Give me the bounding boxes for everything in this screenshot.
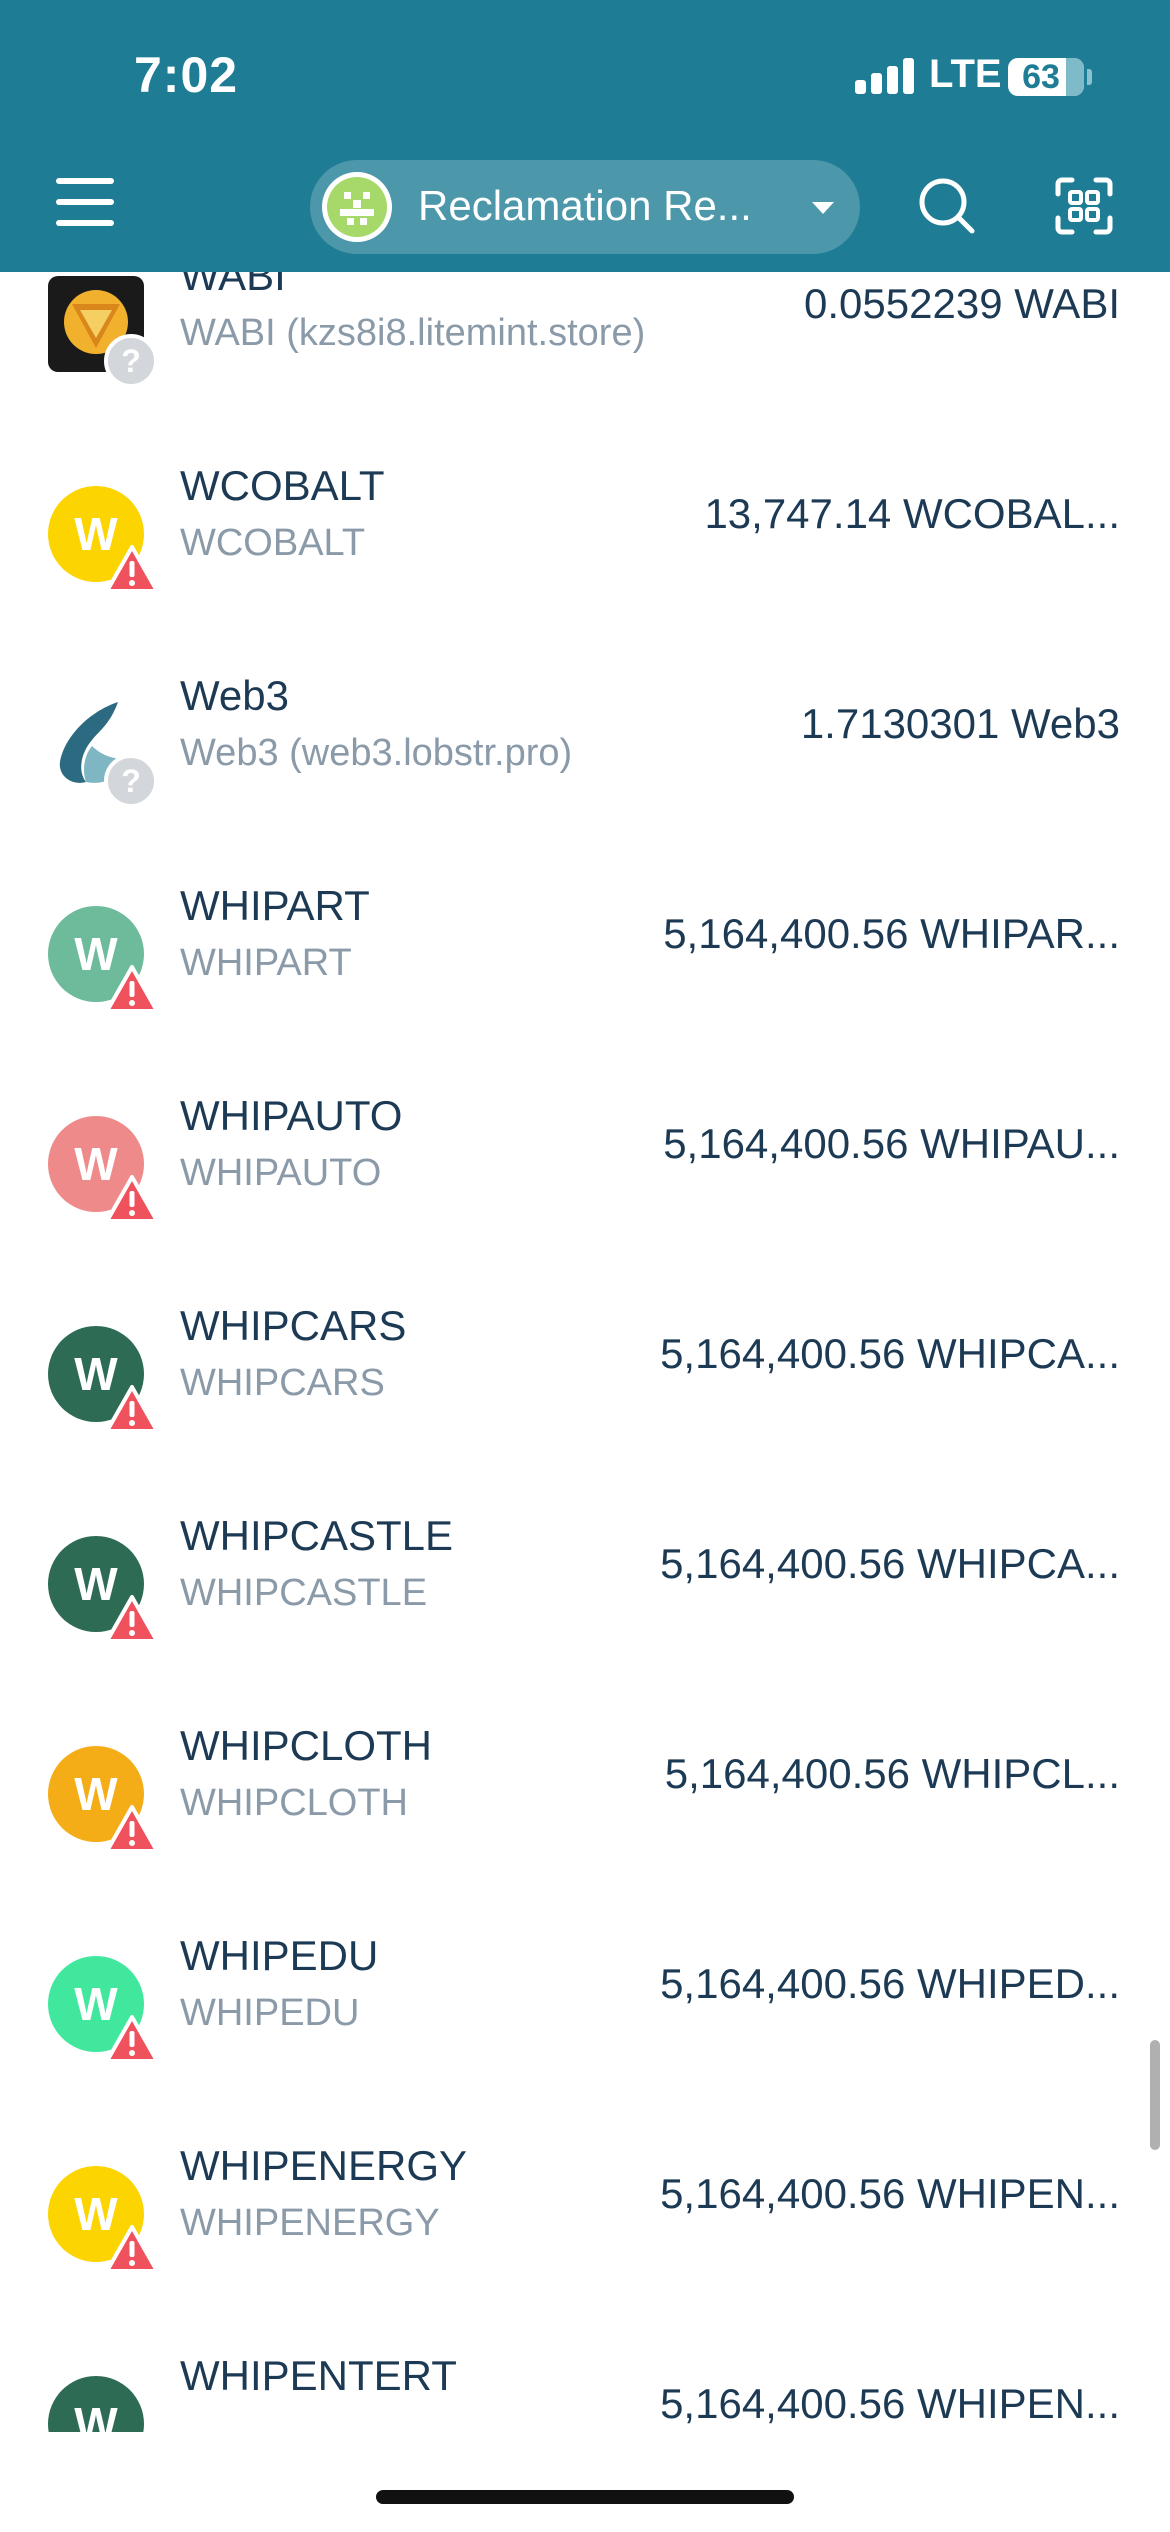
asset-row[interactable]: W WHIPAUTO WHIPAUTO 5,164,400.56 WHIPAU.… xyxy=(0,1050,1170,1260)
unknown-issuer-icon: ? xyxy=(104,754,158,808)
asset-row[interactable]: ? WABI WABI (kzs8i8.litemint.store) 0.05… xyxy=(0,272,1170,420)
warning-icon xyxy=(105,2015,159,2063)
asset-balance: 0.0552239 WABI xyxy=(804,280,1120,327)
asset-row[interactable]: W WHIPCLOTH WHIPCLOTH 5,164,400.56 WHIPC… xyxy=(0,1680,1170,1890)
qr-scan-icon[interactable] xyxy=(1054,176,1114,236)
asset-balance: 5,164,400.56 WHIPED... xyxy=(660,1960,1120,2007)
asset-balance: 13,747.14 WCOBAL... xyxy=(704,490,1120,537)
account-name: Reclamation Re... xyxy=(418,182,752,229)
asset-issuer: WHIPCARS xyxy=(180,1362,385,1404)
warning-icon xyxy=(105,965,159,1013)
asset-row[interactable]: W WHIPCASTLE WHIPCASTLE 5,164,400.56 WHI… xyxy=(0,1470,1170,1680)
warning-icon xyxy=(105,1175,159,1223)
asset-list[interactable]: ? WABI WABI (kzs8i8.litemint.store) 0.05… xyxy=(0,272,1170,2432)
asset-issuer: WHIPEDU xyxy=(180,1992,360,2034)
battery-level: 63 xyxy=(1022,58,1060,96)
asset-balance: 1.7130301 Web3 xyxy=(800,700,1120,747)
warning-icon xyxy=(105,1595,159,1643)
asset-code: WHIPAUTO xyxy=(180,1092,403,1139)
asset-code: WHIPCLOTH xyxy=(180,1722,432,1769)
asset-code: WHIPENTERT xyxy=(180,2352,457,2399)
asset-code: WABI xyxy=(180,272,286,299)
asset-row[interactable]: W WHIPCARS WHIPCARS 5,164,400.56 WHIPCA.… xyxy=(0,1260,1170,1470)
warning-icon xyxy=(105,1805,159,1853)
asset-issuer: Web3 (web3.lobstr.pro) xyxy=(180,732,573,774)
asset-row[interactable]: W WHIPENERGY WHIPENERGY 5,164,400.56 WHI… xyxy=(0,2100,1170,2310)
home-indicator[interactable] xyxy=(376,2490,794,2504)
asset-row[interactable]: W WCOBALT WCOBALT 13,747.14 WCOBAL... xyxy=(0,420,1170,630)
asset-balance: 5,164,400.56 WHIPCL... xyxy=(664,1750,1120,1797)
battery-tip xyxy=(1087,69,1092,85)
warning-icon xyxy=(105,2225,159,2273)
menu-button[interactable] xyxy=(56,176,114,228)
network-type: LTE xyxy=(929,52,1002,96)
cellular-signal-icon xyxy=(855,58,915,94)
asset-code: WHIPART xyxy=(180,882,370,929)
warning-icon xyxy=(105,545,159,593)
asset-issuer: WHIPENERGY xyxy=(180,2202,440,2244)
account-switcher[interactable]: Reclamation Re... xyxy=(310,160,860,254)
asset-issuer: WHIPAUTO xyxy=(180,1152,382,1194)
top-bar: 7:02 LTE 63 Reclamation Re... xyxy=(0,0,1170,272)
asset-code: WHIPEDU xyxy=(180,1932,379,1979)
asset-code: WHIPCARS xyxy=(180,1302,407,1349)
asset-issuer: WHIPART xyxy=(180,942,352,984)
asset-row[interactable]: ? Web3 Web3 (web3.lobstr.pro) 1.7130301 … xyxy=(0,630,1170,840)
asset-balance: 5,164,400.56 WHIPAR... xyxy=(663,910,1120,957)
scrollbar[interactable] xyxy=(1150,2040,1160,2150)
asset-balance: 5,164,400.56 WHIPAU... xyxy=(663,1120,1120,1167)
asset-row[interactable]: W WHIPEDU WHIPEDU 5,164,400.56 WHIPED... xyxy=(0,1890,1170,2100)
asset-code: WCOBALT xyxy=(180,462,385,509)
asset-balance: 5,164,400.56 WHIPCA... xyxy=(660,1330,1120,1377)
chevron-down-icon xyxy=(812,202,834,214)
battery-icon: 63 xyxy=(1008,58,1084,96)
search-icon[interactable] xyxy=(917,176,977,236)
asset-issuer: WABI (kzs8i8.litemint.store) xyxy=(180,312,646,354)
asset-code: Web3 xyxy=(180,672,289,719)
status-time: 7:02 xyxy=(134,47,239,103)
asset-row[interactable]: W WHIPENTERT 5,164,400.56 WHIPEN... xyxy=(0,2310,1170,2432)
asset-issuer: WHIPCASTLE xyxy=(180,1572,428,1614)
letter-w-icon: W xyxy=(48,2376,144,2432)
warning-icon xyxy=(105,1385,159,1433)
asset-issuer: WCOBALT xyxy=(180,522,366,564)
asset-issuer: WHIPCLOTH xyxy=(180,1782,408,1824)
asset-balance: 5,164,400.56 WHIPEN... xyxy=(660,2170,1120,2217)
asset-balance: 5,164,400.56 WHIPCA... xyxy=(660,1540,1120,1587)
asset-code: WHIPENERGY xyxy=(180,2142,468,2189)
asset-balance: 5,164,400.56 WHIPEN... xyxy=(660,2380,1120,2427)
asset-row[interactable]: W WHIPART WHIPART 5,164,400.56 WHIPAR... xyxy=(0,840,1170,1050)
unknown-issuer-icon: ? xyxy=(104,334,158,388)
account-avatar-icon xyxy=(322,172,392,242)
asset-code: WHIPCASTLE xyxy=(180,1512,454,1559)
